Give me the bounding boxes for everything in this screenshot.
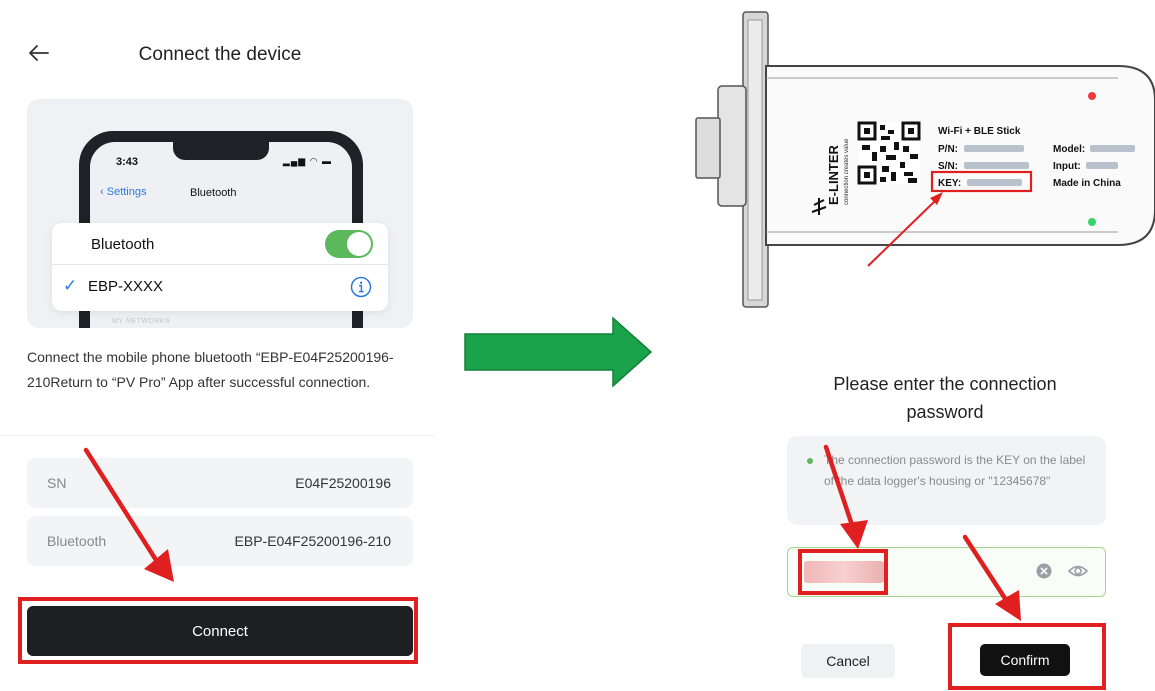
divider xyxy=(52,264,388,265)
bluetooth-row-label: Bluetooth xyxy=(47,533,107,549)
bluetooth-row-value: EBP-E04F25200196-210 xyxy=(234,533,391,549)
flow-arrow-icon xyxy=(464,316,653,388)
instruction-text: Connect the mobile phone bluetooth “EBP-… xyxy=(27,349,394,390)
status-icons: ▂▄▆ ◠ ▬ xyxy=(282,156,332,166)
data-logger-photo: E-LINTER connection creates value Wi-Fi … xyxy=(695,11,1155,308)
bluetooth-popup: Bluetooth ✓ EBP-XXXX xyxy=(52,223,388,311)
logger-tagline-text: connection creates value xyxy=(844,138,850,205)
bluetooth-device-name: EBP-XXXX xyxy=(88,278,164,295)
logger-key-label: KEY: xyxy=(938,178,961,189)
password-hint-text: The connection password is the KEY on th… xyxy=(824,453,1086,488)
show-password-eye-icon[interactable] xyxy=(1068,562,1088,580)
phone-notch xyxy=(173,142,269,160)
bluetooth-toggle[interactable] xyxy=(325,230,373,258)
sn-row: SN E04F25200196 xyxy=(27,458,413,508)
info-icon[interactable] xyxy=(350,276,372,298)
connect-button[interactable]: Connect xyxy=(27,606,413,656)
sn-value: E04F25200196 xyxy=(295,475,391,491)
settings-back-label: Settings xyxy=(106,186,147,198)
logger-model-label: Model: xyxy=(1053,144,1085,155)
page-title: Connect the device xyxy=(138,44,302,65)
sn-label: SN xyxy=(47,475,67,491)
hint-bullet-icon xyxy=(807,458,813,464)
bluetooth-label: Bluetooth xyxy=(91,236,155,253)
password-title: Please enter the connection password xyxy=(833,374,1057,422)
cancel-button[interactable]: Cancel xyxy=(801,644,895,678)
logger-brand-text: E-LINTER xyxy=(826,144,841,205)
toggle-knob xyxy=(347,232,371,256)
section-divider xyxy=(0,435,434,436)
settings-back-link: ‹ Settings xyxy=(100,186,147,198)
highlight-box-password xyxy=(798,549,888,595)
bluetooth-row: Bluetooth EBP-E04F25200196-210 xyxy=(27,516,413,566)
password-hint-card: The connection password is the KEY on th… xyxy=(787,436,1106,525)
back-arrow-icon[interactable] xyxy=(26,40,52,66)
logger-input-label: Input: xyxy=(1053,161,1081,172)
logger-product-text: Wi-Fi + BLE Stick xyxy=(938,126,1021,137)
logger-pn-label: P/N: xyxy=(938,144,958,155)
check-icon: ✓ xyxy=(63,276,78,295)
my-networks-caption: MY NETWORKS xyxy=(112,318,171,325)
logger-sn-label: S/N: xyxy=(938,161,958,172)
logger-made-in-text: Made in China xyxy=(1053,178,1121,189)
clear-input-icon[interactable] xyxy=(1036,563,1052,579)
confirm-button[interactable]: Confirm xyxy=(980,644,1070,676)
bluetooth-nav-title: Bluetooth xyxy=(190,187,237,199)
status-time: 3:43 xyxy=(116,156,139,168)
